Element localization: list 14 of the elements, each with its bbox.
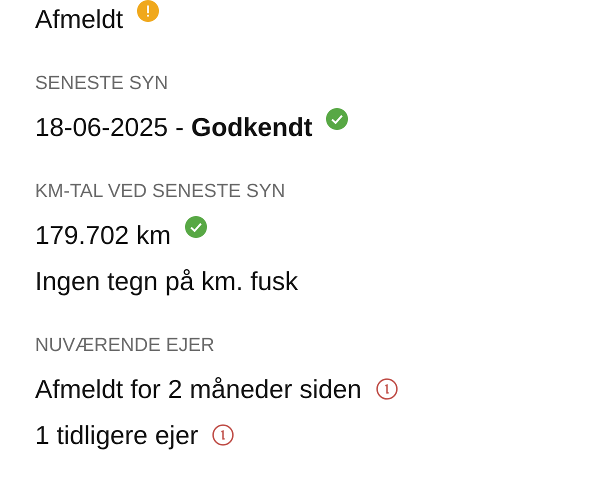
check-icon [326, 108, 348, 130]
value-text: Ingen tegn på km. fusk [35, 266, 298, 296]
section-label: KM-TAL VED SENESTE SYN [35, 180, 286, 204]
info-icon[interactable] [376, 378, 398, 400]
value-text: 1 tidligere ejer [35, 420, 198, 450]
value-text: 179.702 km [35, 220, 171, 250]
value-text: 18-06-2025 - Godkendt [35, 112, 312, 142]
info-icon[interactable] [212, 424, 234, 446]
check-icon [184, 216, 207, 238]
section-label: SENESTE SYN [35, 72, 170, 96]
value-text: Afmeldt for 2 måneder siden [35, 374, 362, 404]
value-text: Afmeldt [35, 4, 124, 34]
section-label: NUVÆRENDE EJER [35, 334, 216, 358]
warning-icon [137, 0, 160, 22]
